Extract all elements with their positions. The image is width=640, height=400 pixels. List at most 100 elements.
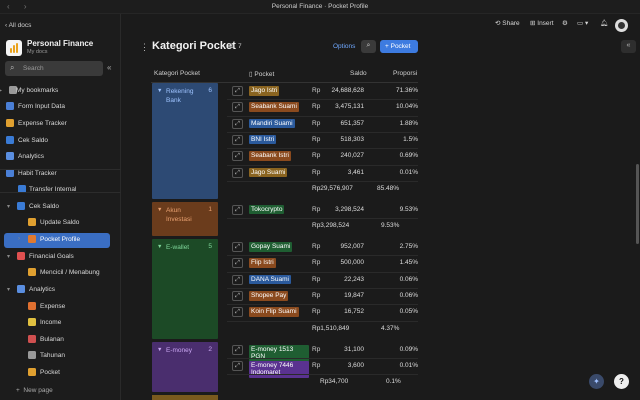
collapse-group-icon[interactable]: ▼ [157, 207, 162, 213]
pocket-tag[interactable]: Tokocrypto [249, 204, 285, 215]
expand-arrow-icon[interactable]: ▸ [0, 87, 2, 94]
add-pocket-button[interactable]: + Pocket [380, 40, 418, 53]
expand-row-icon[interactable]: ⤢ [232, 134, 243, 145]
group-cell[interactable]: ▼ Rekening Bank 6 [152, 83, 218, 199]
proporsi-value[interactable]: 0.01% [400, 169, 418, 176]
proporsi-value[interactable]: 9.53% [400, 206, 418, 213]
sidebar-item-tahunan[interactable]: Tahunan [0, 349, 121, 364]
proporsi-value[interactable]: 0.06% [400, 276, 418, 283]
saldo-value[interactable]: 3,461 [348, 169, 364, 176]
help-button[interactable]: ? [614, 374, 629, 389]
saldo-value[interactable]: 518,303 [341, 136, 365, 143]
pocket-tag[interactable]: E-money 7446 Indomaret [249, 360, 309, 378]
saldo-value[interactable]: 952,007 [341, 243, 365, 250]
expand-row-icon[interactable]: ⤢ [232, 274, 243, 285]
collapse-group-icon[interactable]: ▼ [157, 88, 162, 94]
saldo-value[interactable]: 31,100 [344, 346, 364, 353]
group-cell[interactable]: ▼ Akun Investasi 1 [152, 201, 218, 237]
sidebar-item-cek-saldo[interactable]: ▾ Cek Saldo [0, 200, 121, 215]
sidebar-item-form-input-data[interactable]: Form Input Data [0, 100, 121, 115]
table-row[interactable]: ⤢ DANA Suami Rp 22,243 0.06% [227, 272, 418, 288]
expand-row-icon[interactable]: ⤢ [232, 291, 243, 301]
table-row[interactable]: ⤢ Mandiri Suami Rp 651,357 1.88% [227, 116, 418, 132]
sidebar-item-mencicil-menabung[interactable]: Mencicil / Menabung [0, 266, 121, 281]
saldo-value[interactable]: 19,847 [344, 292, 364, 299]
expand-row-icon[interactable]: ⤢ [232, 307, 243, 318]
table-row[interactable]: ⤢ Flip Istri Rp 500,000 1.45% [227, 255, 418, 271]
proporsi-value[interactable]: 0.09% [400, 346, 418, 353]
table-search-button[interactable]: ⌕ [361, 40, 376, 53]
saldo-value[interactable]: 651,357 [341, 120, 365, 127]
sidebar-item-analytics[interactable]: Analytics [0, 150, 121, 165]
share-button[interactable]: ⟲ Share [495, 19, 520, 27]
table-row[interactable]: ⤢ Jago Suami Rp 3,461 0.01% [227, 165, 418, 181]
sidebar-item-income[interactable]: Income [0, 316, 121, 331]
proporsi-value[interactable]: 0.06% [400, 292, 418, 299]
saldo-value[interactable]: 16,752 [344, 308, 364, 315]
next-group-cell[interactable] [152, 395, 218, 400]
saldo-value[interactable]: 3,600 [348, 362, 364, 369]
saldo-value[interactable]: 24,688,628 [331, 87, 364, 94]
expand-row-icon[interactable]: ⤢ [232, 151, 243, 162]
sidebar-item-bulanan[interactable]: Bulanan [0, 333, 121, 348]
ai-assistant-button[interactable]: ✦ [589, 374, 604, 389]
sidebar-item-pocket-profile[interactable]: › Pocket Profile [4, 233, 110, 248]
pocket-tag[interactable]: Mandiri Suami [249, 118, 295, 129]
table-row[interactable]: ⤢ Koin Flip Suami Rp 16,752 0.05% [227, 304, 418, 320]
expand-arrow-icon[interactable]: ▾ [7, 203, 10, 210]
group-cell[interactable]: ▼ E-money 2 [152, 341, 218, 393]
pocket-tag[interactable]: Jago Suami [249, 167, 288, 177]
sidebar-item-update-saldo[interactable]: Update Saldo [0, 216, 121, 231]
expand-row-icon[interactable]: ⤢ [232, 360, 243, 371]
proporsi-value[interactable]: 1.45% [400, 259, 418, 266]
proporsi-value[interactable]: 71.36% [396, 87, 418, 94]
group-cell[interactable]: ▼ E-wallet 5 [152, 239, 218, 339]
expand-row-icon[interactable]: ⤢ [232, 204, 243, 215]
pocket-tag[interactable]: Jago Istri [249, 86, 280, 96]
table-row[interactable]: ⤢ Jago Istri Rp 24,688,628 71.36% [227, 83, 418, 99]
sidebar-item-analytics[interactable]: ▾ Analytics [0, 283, 121, 298]
column-header-proporsi[interactable]: Proporsi [393, 70, 417, 77]
expand-arrow-icon[interactable]: ▾ [7, 253, 10, 260]
column-header-saldo[interactable]: Saldo [350, 70, 367, 77]
expand-row-icon[interactable]: ⤢ [232, 167, 243, 178]
expand-row-icon[interactable]: ⤢ [232, 102, 243, 113]
expand-row-icon[interactable]: ⤢ [232, 242, 243, 253]
pocket-tag[interactable]: BNI Istri [249, 134, 277, 145]
expand-arrow-icon[interactable]: ▾ [7, 286, 10, 293]
table-row[interactable]: ⤢ Tokocrypto Rp 3,298,524 9.53% [227, 202, 418, 218]
pocket-tag[interactable]: Koin Flip Suami [249, 307, 299, 317]
scrollbar[interactable] [636, 164, 639, 244]
proporsi-value[interactable]: 0.01% [400, 362, 418, 369]
workspace-name[interactable]: Personal Finance [27, 39, 93, 48]
table-row[interactable]: ⤢ BNI Istri Rp 518,303 1.5% [227, 132, 418, 148]
insert-button[interactable]: ⊞ Insert [530, 19, 554, 27]
collapse-panel-icon[interactable]: « [621, 40, 636, 53]
saldo-value[interactable]: 3,298,524 [335, 206, 364, 213]
proporsi-value[interactable]: 2.75% [400, 243, 418, 250]
all-docs-link[interactable]: ‹ All docs [5, 22, 31, 29]
expand-row-icon[interactable]: ⤢ [232, 118, 243, 129]
sidebar-item-financial-goals[interactable]: ▾ Financial Goals [0, 250, 121, 265]
table-row[interactable]: ⤢ E-money 7446 Indomaret Rp 3,600 0.01% [227, 358, 418, 378]
proporsi-value[interactable]: 1.88% [400, 120, 418, 127]
sidebar-item-my-bookmarks[interactable]: ▸ My bookmarks [0, 84, 121, 99]
new-page-button[interactable]: + New page [16, 387, 53, 394]
sidebar-item-expense-tracker[interactable]: Expense Tracker [0, 117, 121, 132]
pocket-tag[interactable]: DANA Suami [249, 274, 291, 285]
sidebar-item-transfer-internal[interactable]: Transfer Internal [0, 183, 121, 198]
column-header-kategori[interactable]: Kategori Pocket [154, 70, 200, 77]
collapse-sidebar-icon[interactable]: « [107, 63, 111, 72]
sidebar-item-pocket[interactable]: Pocket [0, 366, 121, 381]
more-options-icon[interactable]: ⋮ [140, 42, 149, 53]
collapse-group-icon[interactable]: ▼ [157, 347, 162, 353]
saldo-value[interactable]: 3,475,131 [335, 103, 364, 110]
expand-row-icon[interactable]: ⤢ [232, 86, 243, 96]
proporsi-value[interactable]: 10.04% [396, 103, 418, 110]
sidebar-item-cek-saldo[interactable]: Cek Saldo [0, 134, 121, 149]
pocket-tag[interactable]: Seabank Suami [249, 102, 299, 112]
pocket-tag[interactable]: Flip Istri [249, 258, 276, 268]
table-row[interactable]: ⤢ Seabank Suami Rp 3,475,131 10.04% [227, 99, 418, 115]
pocket-tag[interactable]: Gopay Suami [249, 242, 293, 252]
table-row[interactable]: ⤢ Seabank Istri Rp 240,027 0.69% [227, 148, 418, 164]
